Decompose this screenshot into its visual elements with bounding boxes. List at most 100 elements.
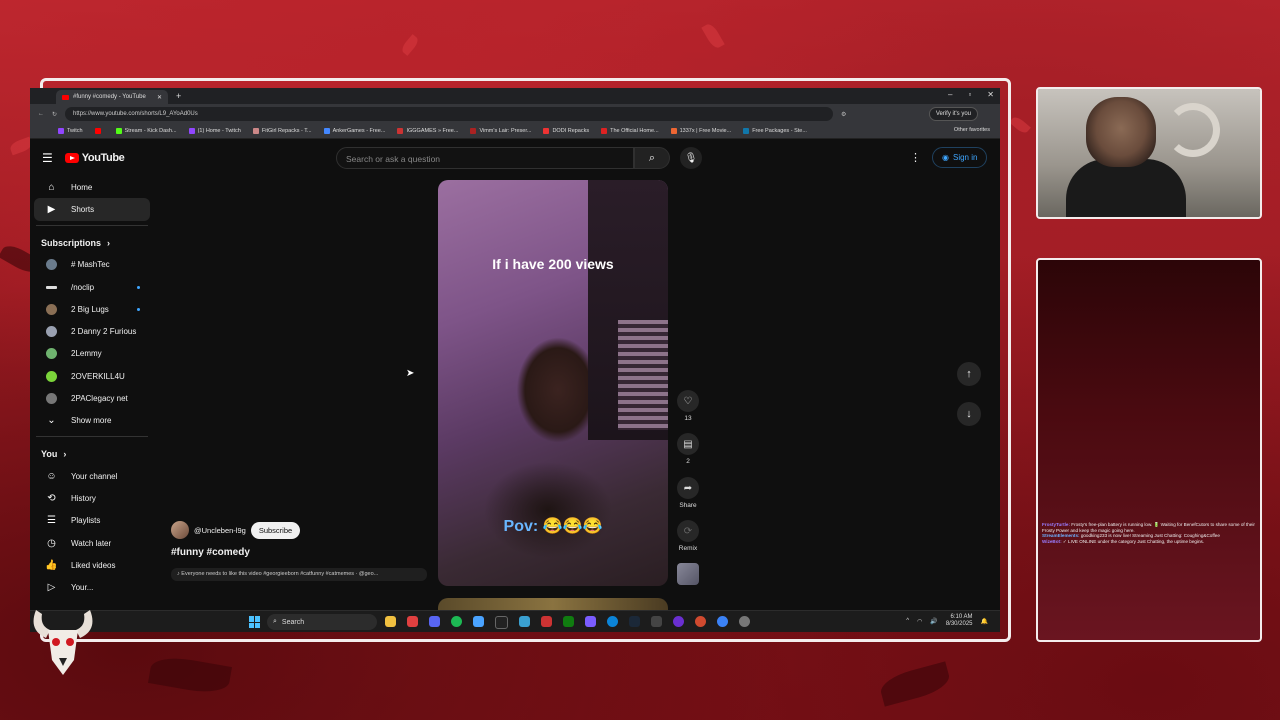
bookmark-item[interactable]: The Official Home... bbox=[601, 128, 659, 134]
back-icon[interactable]: ← bbox=[38, 111, 44, 117]
spotify-icon[interactable] bbox=[451, 616, 462, 627]
subscription-item[interactable]: # MashTec bbox=[34, 254, 150, 276]
next-short-button[interactable]: ↓ bbox=[957, 402, 981, 426]
heart-icon: ♡ bbox=[677, 390, 699, 412]
file-explorer-icon[interactable] bbox=[385, 616, 396, 627]
channel-name[interactable]: @Uncleben-l9g bbox=[194, 526, 246, 535]
discord-icon[interactable] bbox=[429, 616, 440, 627]
bookmark-item[interactable]: DODI Repacks bbox=[543, 128, 589, 134]
video-icon: ▷ bbox=[47, 582, 56, 594]
short-video-player[interactable]: If i have 200 views Pov: 😂😂😂 bbox=[438, 180, 668, 586]
sidebar-item-watch-later[interactable]: ◷ Watch later bbox=[34, 532, 150, 554]
subscribe-button[interactable]: Subscribe bbox=[250, 521, 301, 539]
chevron-right-icon: › bbox=[107, 237, 111, 248]
app-icon[interactable] bbox=[519, 616, 530, 627]
comment-icon: ▤ bbox=[677, 433, 699, 455]
sidebar-item-shorts[interactable]: ▶ Shorts bbox=[34, 198, 150, 221]
app-icon[interactable] bbox=[651, 616, 662, 627]
shorts-icon: ▶ bbox=[47, 203, 56, 215]
sound-thumbnail[interactable] bbox=[677, 563, 699, 585]
verify-button[interactable]: Verify it's you bbox=[928, 107, 978, 121]
channel-avatar bbox=[46, 326, 57, 338]
search-input[interactable]: Search or ask a question bbox=[336, 147, 634, 169]
youtube-favicon-icon bbox=[62, 94, 69, 100]
short-description[interactable]: ♪ Everyone needs to like this video #geo… bbox=[171, 568, 427, 581]
volume-icon[interactable]: 🔊 bbox=[930, 618, 937, 625]
app-icon[interactable] bbox=[541, 616, 552, 627]
sidebar-item-your-videos[interactable]: ▷ Your... bbox=[34, 576, 150, 598]
sidebar-item-your-channel[interactable]: ☺ Your channel bbox=[34, 465, 150, 487]
chat-message: FrostyTurtle: Frosty's free-plan battery… bbox=[1042, 522, 1255, 533]
person-icon: ☺ bbox=[46, 470, 57, 482]
sidebar-item-playlists[interactable]: ☰ Playlists bbox=[34, 510, 150, 532]
bookmark-item[interactable]: Free Packages - Ste... bbox=[743, 128, 807, 134]
close-window-icon[interactable]: ✕ bbox=[987, 90, 994, 99]
comments-button[interactable]: ▤ 2 bbox=[676, 433, 700, 465]
you-heading[interactable]: You › bbox=[30, 443, 154, 465]
subscription-item[interactable]: 2OVERKILL4U bbox=[34, 365, 150, 387]
app-icon[interactable] bbox=[739, 616, 750, 627]
voice-search-button[interactable]: 🎙 bbox=[680, 147, 702, 169]
bookmark-item[interactable]: IGGGAMES » Free... bbox=[397, 128, 458, 134]
minimize-icon[interactable]: – bbox=[948, 90, 952, 99]
clock[interactable]: 6:10 AM 8/30/2025 bbox=[946, 614, 973, 628]
short-title: #funny #comedy bbox=[171, 547, 250, 558]
windows-start-icon[interactable] bbox=[249, 616, 261, 628]
search-icon: ⌕ bbox=[273, 618, 277, 625]
search-button[interactable]: ⌕ bbox=[634, 147, 670, 169]
subscriptions-heading[interactable]: Subscriptions › bbox=[30, 232, 154, 254]
remix-button[interactable]: ⟳ Remix bbox=[676, 520, 700, 552]
share-button[interactable]: ➦ Share bbox=[676, 477, 700, 509]
app-icon[interactable] bbox=[695, 616, 706, 627]
bookmark-item[interactable]: FitGirl Repacks - T... bbox=[252, 128, 312, 134]
app-icon[interactable] bbox=[495, 616, 508, 629]
subscription-item[interactable]: /noclip bbox=[34, 276, 150, 298]
browser-tab[interactable]: #funny #comedy - YouTube ✕ bbox=[56, 90, 168, 104]
hamburger-menu-icon[interactable]: ☰ bbox=[42, 151, 53, 165]
edge-icon[interactable] bbox=[607, 616, 618, 627]
streamer-face bbox=[1086, 97, 1156, 167]
taskbar-search[interactable]: ⌕ Search bbox=[267, 614, 377, 630]
xbox-icon[interactable] bbox=[563, 616, 574, 627]
app-icon[interactable] bbox=[673, 616, 684, 627]
sidebar-item-liked-videos[interactable]: 👍 Liked videos bbox=[34, 554, 150, 576]
windows-taskbar: ⌕ Search ^ ◠ 🔊 6:10 AM 8/30/2025 🔔 bbox=[30, 610, 1000, 632]
subscription-item[interactable]: 2PAClegacy net bbox=[34, 387, 150, 409]
other-favorites[interactable]: Other favorites bbox=[954, 127, 990, 133]
mouse-cursor-icon: ➤ bbox=[406, 368, 415, 379]
steam-icon[interactable] bbox=[629, 616, 640, 627]
avatar[interactable] bbox=[171, 521, 189, 539]
bookmark-item[interactable]: Twitch bbox=[58, 128, 83, 134]
close-tab-icon[interactable]: ✕ bbox=[157, 94, 162, 101]
like-button[interactable]: ♡ 13 bbox=[676, 390, 700, 422]
previous-short-button[interactable]: ↑ bbox=[957, 362, 981, 386]
app-icon[interactable] bbox=[473, 616, 484, 627]
show-more-button[interactable]: ⌄ Show more bbox=[34, 410, 150, 432]
subscription-item[interactable]: 2 Big Lugs bbox=[34, 298, 150, 320]
bookmark-item[interactable]: Vimm's Lair: Preser... bbox=[470, 128, 531, 134]
bookmark-item[interactable] bbox=[94, 128, 104, 134]
maximize-icon[interactable]: ▫ bbox=[968, 90, 971, 99]
app-icon[interactable] bbox=[585, 616, 596, 627]
reload-icon[interactable]: ↻ bbox=[52, 111, 57, 118]
app-icon[interactable] bbox=[407, 616, 418, 627]
youtube-logo[interactable]: YouTube bbox=[64, 152, 125, 164]
chrome-icon[interactable] bbox=[717, 616, 728, 627]
url-field[interactable]: https://www.youtube.com/shorts/L9_AYoAd0… bbox=[65, 107, 834, 121]
bookmark-item[interactable]: AnkerGames - Free... bbox=[323, 128, 385, 134]
notification-icon[interactable]: 🔔 bbox=[981, 618, 988, 625]
sidebar-item-history[interactable]: ⟲ History bbox=[34, 487, 150, 509]
more-options-icon[interactable]: ⋮ bbox=[910, 151, 921, 164]
chevron-up-icon[interactable]: ^ bbox=[906, 618, 909, 624]
subscription-item[interactable]: 2 Danny 2 Furious bbox=[34, 320, 150, 342]
bookmark-item[interactable]: Stream - Kick Dash... bbox=[115, 128, 177, 134]
bookmark-item[interactable]: (1) Home - Twitch bbox=[188, 128, 241, 134]
sidebar-item-home[interactable]: ⌂ Home bbox=[34, 176, 150, 198]
extensions-icon[interactable]: ⚙ bbox=[841, 111, 846, 118]
bookmark-item[interactable]: 1337x | Free Movie... bbox=[670, 128, 731, 134]
sign-in-button[interactable]: ◉ Sign in bbox=[932, 147, 988, 168]
wifi-icon[interactable]: ◠ bbox=[917, 618, 922, 625]
subscription-item[interactable]: 2Lemmy bbox=[34, 343, 150, 365]
like-count: 13 bbox=[684, 415, 692, 422]
new-tab-icon[interactable]: + bbox=[176, 91, 181, 101]
